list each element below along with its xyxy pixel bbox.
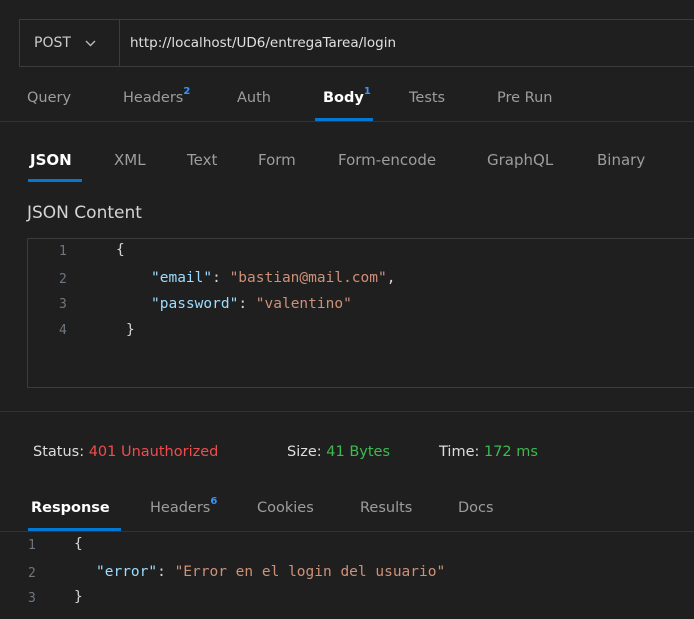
tab-body[interactable]: Body1 bbox=[323, 86, 371, 106]
chevron-down-icon bbox=[85, 37, 96, 50]
line-number: 2 bbox=[59, 272, 67, 287]
tab-results[interactable]: Results bbox=[360, 500, 412, 516]
section-divider bbox=[0, 411, 694, 412]
line-number: 1 bbox=[28, 538, 36, 553]
headers-count-badge: 2 bbox=[183, 86, 191, 97]
tab-response[interactable]: Response bbox=[31, 500, 110, 516]
code-close-brace: } bbox=[126, 322, 135, 338]
code-line-email: "email": "bastian@mail.com", bbox=[151, 270, 396, 286]
tab-response-headers[interactable]: Headers6 bbox=[150, 496, 217, 516]
body-tab-text[interactable]: Text bbox=[187, 151, 217, 169]
status-info: Status: 401 Unauthorized bbox=[33, 444, 219, 460]
size-value: 41 Bytes bbox=[326, 444, 391, 460]
tab-tests[interactable]: Tests bbox=[409, 90, 445, 106]
line-number: 2 bbox=[28, 566, 36, 581]
body-tab-form[interactable]: Form bbox=[258, 151, 296, 169]
response-close-brace: } bbox=[74, 589, 83, 605]
response-open-brace: { bbox=[74, 536, 83, 552]
body-count-badge: 1 bbox=[363, 86, 371, 97]
body-tab-graphql[interactable]: GraphQL bbox=[487, 151, 553, 169]
body-tab-binary[interactable]: Binary bbox=[597, 151, 645, 169]
method-label: POST bbox=[34, 35, 71, 51]
body-tab-json[interactable]: JSON bbox=[30, 151, 72, 169]
method-select[interactable]: POST bbox=[20, 20, 120, 66]
line-number: 3 bbox=[28, 591, 36, 606]
json-editor[interactable]: 1 2 3 4 { "email": "bastian@mail.com", "… bbox=[27, 238, 694, 388]
response-headers-count-badge: 6 bbox=[210, 496, 218, 507]
time-value: 172 ms bbox=[483, 444, 538, 460]
body-tab-indicator bbox=[28, 179, 82, 182]
tab-pre-run[interactable]: Pre Run bbox=[497, 90, 552, 106]
request-tabs: Query Headers2 Auth Body1 Tests Pre Run bbox=[0, 84, 694, 122]
line-number: 1 bbox=[59, 244, 67, 259]
code-line-password: "password": "valentino" bbox=[151, 296, 352, 312]
active-tab-indicator bbox=[315, 118, 373, 121]
code-open-brace: { bbox=[116, 242, 125, 258]
time-info: Time: 172 ms bbox=[439, 444, 538, 460]
url-input[interactable]: http://localhost/UD6/entregaTarea/login bbox=[120, 35, 396, 51]
response-tabs: Response Headers6 Cookies Results Docs bbox=[0, 496, 694, 532]
status-value: 401 Unauthorized bbox=[88, 444, 219, 460]
tab-auth[interactable]: Auth bbox=[237, 90, 271, 106]
body-tab-form-encode[interactable]: Form-encode bbox=[338, 151, 436, 169]
tab-docs[interactable]: Docs bbox=[458, 500, 494, 516]
url-bar: POST http://localhost/UD6/entregaTarea/l… bbox=[19, 19, 694, 67]
line-number: 3 bbox=[59, 297, 67, 312]
response-tab-indicator bbox=[28, 528, 121, 531]
size-info: Size: 41 Bytes bbox=[287, 444, 391, 460]
line-number: 4 bbox=[59, 323, 67, 338]
response-line-error: "error": "Error en el login del usuario" bbox=[96, 564, 446, 580]
body-tab-xml[interactable]: XML bbox=[114, 151, 146, 169]
tab-headers[interactable]: Headers2 bbox=[123, 86, 190, 106]
tab-cookies[interactable]: Cookies bbox=[257, 500, 314, 516]
tab-query[interactable]: Query bbox=[27, 90, 71, 106]
json-content-title: JSON Content bbox=[27, 203, 142, 223]
